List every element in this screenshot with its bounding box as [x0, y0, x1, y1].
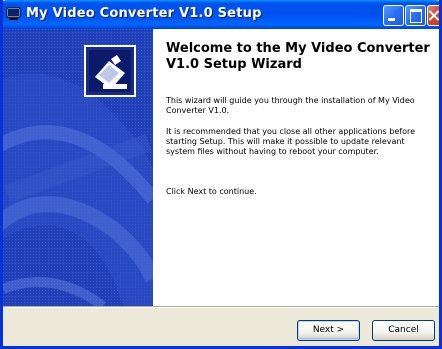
wizard-content: Welcome to the My Video Converter V1.0 S…	[3, 29, 439, 306]
wizard-recommendation-text: It is recommended that you close all oth…	[166, 127, 416, 156]
wizard-intro-text: This wizard will guide you through the i…	[166, 96, 415, 115]
button-divider	[3, 306, 439, 308]
wizard-side-banner	[3, 29, 153, 306]
wizard-continue-text: Click Next to continue.	[166, 187, 257, 196]
cancel-button[interactable]: Cancel	[372, 320, 435, 341]
close-button[interactable]	[427, 5, 439, 26]
maximize-button[interactable]	[405, 5, 426, 26]
minimize-button[interactable]	[383, 5, 404, 26]
title-bar[interactable]: My Video Converter V1.0 Setup	[3, 0, 439, 29]
wizard-heading: Welcome to the My Video Converter V1.0 S…	[166, 41, 430, 72]
window-title: My Video Converter V1.0 Setup	[26, 6, 262, 21]
installer-window-icon	[6, 7, 21, 20]
setup-window: My Video Converter V1.0 Setup Welcome to…	[0, 0, 442, 349]
banner-graphic	[3, 29, 153, 306]
installer-box-icon	[84, 45, 136, 97]
next-button[interactable]: Next >	[297, 320, 360, 341]
